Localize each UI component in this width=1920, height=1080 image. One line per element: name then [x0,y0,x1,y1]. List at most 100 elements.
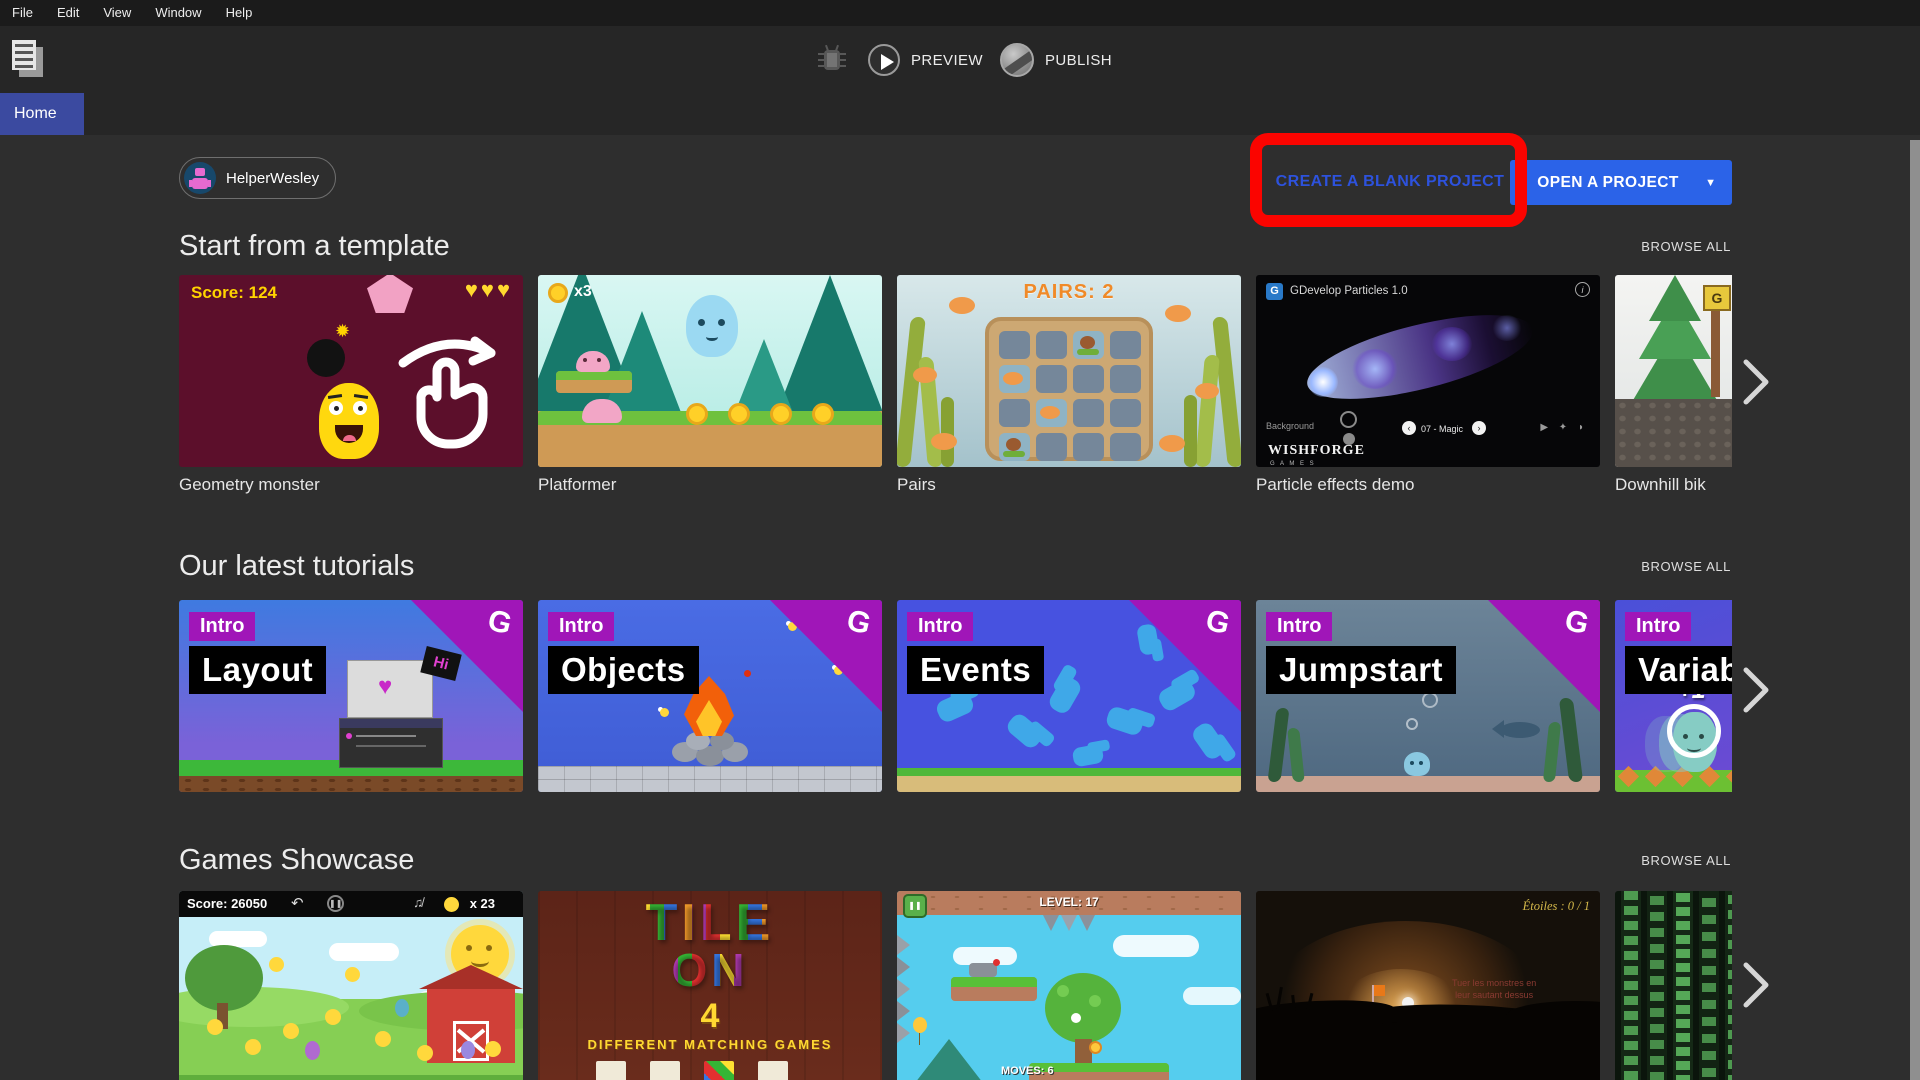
sign-post [1711,301,1720,397]
blob-character [1404,752,1430,776]
template-label[interactable]: Downhill bik [1615,475,1706,495]
tab-home[interactable]: Home [0,93,84,135]
menu-window[interactable]: Window [143,0,213,26]
bomb-spark: ✹ [335,321,350,342]
intro-tag: Intro [1625,612,1691,641]
section-title-tutorials: Our latest tutorials [179,550,414,583]
play-icon [868,44,900,76]
gravel-ground [1615,399,1732,467]
next-frame-icon: › [1472,421,1486,435]
pause-button: ❚❚ [903,894,927,918]
intro-tag: Intro [1266,612,1332,641]
chevron-down-icon[interactable]: ▼ [1705,177,1716,189]
template-label[interactable]: Platformer [538,475,616,495]
balloon [913,1017,927,1033]
glyph-column [1621,891,1641,1080]
scroll-right-showcase-icon[interactable] [1742,961,1772,1009]
bomb [307,339,345,377]
preview-button[interactable]: PREVIEW [868,43,983,77]
moves-text: MOVES: 6 [1001,1065,1054,1077]
showcase-card-night[interactable]: Étoiles : 0 / 1 Tuer les monstres en leu… [1256,891,1600,1080]
template-card-platformer[interactable]: x3 [538,275,882,467]
section-title-showcase: Games Showcase [179,844,414,877]
tutorial-title: Variab [1625,646,1732,694]
score-text: Score: 124 [191,283,277,303]
menu-bar: File Edit View Window Help [0,0,1920,26]
menu-view[interactable]: View [91,0,143,26]
gdevelop-window: File Edit View Window Help [0,0,1920,1080]
template-card-pairs[interactable]: PAIRS: 2 [897,275,1241,467]
tutorial-card-events[interactable]: G Intro Events [897,600,1241,792]
open-project-button[interactable]: OPEN A PROJECT ▼ [1510,160,1732,205]
tutorial-card-jumpstart[interactable]: G Intro Jumpstart [1256,600,1600,792]
showcase-row: Score: 26050 ↶ ❚❚ ♫̸ x 23 [179,891,1732,1080]
tab-bar: Home [0,93,1920,136]
debug-bug-icon[interactable] [816,44,848,76]
template-card-downhill[interactable]: G [1615,275,1732,467]
tree [185,945,263,1011]
tutorial-title: Layout [189,646,326,694]
avatar [184,162,216,194]
hint-text: Tuer les monstres en leur sautant dessus [1452,977,1536,1001]
chick-icon [444,897,459,912]
blue-blob-character [686,295,738,357]
browse-all-tutorials[interactable]: BROWSE ALL [1641,559,1731,574]
template-label[interactable]: Pairs [897,475,936,495]
fish-silhouette [1500,722,1540,738]
intro-tag: Intro [189,612,255,641]
templates-row: Score: 124 ♥♥♥ ✹ Geometr [179,275,1732,507]
monster [319,383,379,459]
bubble [1406,718,1418,730]
stars-counter: Étoiles : 0 / 1 [1523,899,1590,914]
vertical-scrollbar[interactable] [1910,140,1920,1080]
social-icons: ▶ ✦ ◗ [1540,422,1588,433]
tutorial-card-objects[interactable]: G Intro Objects [538,600,882,792]
subtitle: DIFFERENT MATCHING GAMES [538,1037,882,1052]
sign-board: G [1703,285,1731,311]
template-card-particle-demo[interactable]: G GDevelop Particles 1.0 i Background ‹ … [1256,275,1600,467]
menu-edit[interactable]: Edit [45,0,91,26]
tree [1045,973,1121,1043]
wall-spikes [897,935,910,955]
template-label[interactable]: Geometry monster [179,475,320,495]
showcase-card-chicks[interactable]: Score: 26050 ↶ ❚❚ ♫̸ x 23 [179,891,523,1080]
coin [686,403,708,425]
pentagon-shape [367,275,413,313]
project-manager-icon[interactable] [12,40,48,82]
pairs-board [985,317,1153,461]
browse-all-showcase[interactable]: BROWSE ALL [1641,853,1731,868]
selection-ring [1667,704,1721,758]
tank [969,963,997,977]
publish-label: PUBLISH [1045,52,1112,69]
wishforge-logo: WISHFORGE [1268,443,1365,459]
create-blank-project-button[interactable]: CREATE A BLANK PROJECT [1268,162,1512,202]
showcase-card-matrix[interactable] [1615,891,1732,1080]
pause-icon: ❚❚ [327,895,344,912]
prev-frame-icon: ‹ [1402,421,1416,435]
user-profile-chip[interactable]: HelperWesley [179,157,336,199]
score-text: Score: 26050 [187,896,267,911]
publish-button[interactable]: PUBLISH [1000,42,1112,78]
easter-egg [305,1041,320,1060]
template-label[interactable]: Particle effects demo [1256,475,1414,495]
create-blank-project-label: CREATE A BLANK PROJECT [1276,173,1505,190]
coin-icon [548,283,568,303]
hanging-spikes [1043,915,1059,931]
scroll-right-templates-icon[interactable] [1742,358,1772,406]
tutorial-card-layout[interactable]: ♥ Hi G Intro Layout [179,600,523,792]
scroll-right-tutorials-icon[interactable] [1742,666,1772,714]
seaweed [1267,708,1289,782]
template-card-geometry-monster[interactable]: Score: 124 ♥♥♥ ✹ [179,275,523,467]
chick [207,1019,223,1035]
showcase-card-pixel-platformer[interactable]: LEVEL: 17 ❚❚ [897,891,1241,1080]
menu-file[interactable]: File [0,0,45,26]
tutorial-card-variables[interactable]: +1 G Intro Variab [1615,600,1732,792]
tutorial-title: Events [907,646,1044,694]
menu-help[interactable]: Help [214,0,265,26]
info-icon: i [1575,282,1590,297]
showcase-card-tile-on[interactable]: TILE ON 4 DIFFERENT MATCHING GAMES [538,891,882,1080]
hearts: ♥♥♥ [465,277,513,303]
browse-all-templates[interactable]: BROWSE ALL [1641,239,1731,254]
coin-count: x3 [574,283,592,301]
open-project-label: OPEN A PROJECT [1537,174,1678,192]
